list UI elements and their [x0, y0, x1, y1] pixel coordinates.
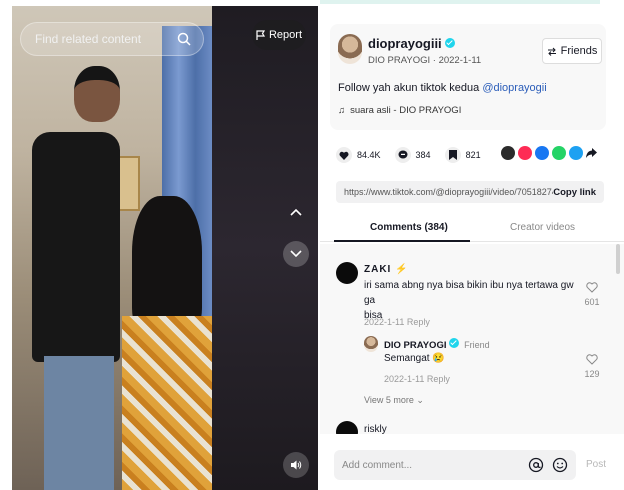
- details-panel: dioprayogiii DIO PRAYOGI · 2022-1-11 Fri…: [320, 0, 624, 490]
- heart-outline-icon: [586, 282, 598, 293]
- chevron-down-icon: [290, 250, 302, 258]
- reply-username[interactable]: DIO PRAYOGI Friend: [384, 338, 490, 351]
- twitter-share-icon[interactable]: [569, 146, 583, 160]
- comment-like-button[interactable]: 601: [582, 282, 602, 307]
- copy-link-button[interactable]: Copy link: [553, 187, 596, 198]
- video-link-box: https://www.tiktok.com/@dioprayogiii/vid…: [336, 181, 604, 203]
- comment-placeholder: Add comment...: [342, 459, 413, 471]
- heart-icon: [336, 147, 352, 163]
- comment-meta: 2022-1-11 Reply: [364, 317, 430, 327]
- video-player[interactable]: Find related content Report: [12, 6, 318, 490]
- friends-button[interactable]: Friends: [542, 38, 602, 64]
- author-separator: ·: [430, 55, 439, 66]
- heart-outline-icon: [586, 354, 598, 365]
- video-url: https://www.tiktok.com/@dioprayogiii/vid…: [344, 187, 554, 197]
- author-username-text: dioprayogiii: [368, 36, 442, 51]
- reply-date: 2022-1-11: [384, 374, 425, 384]
- comment-composer: Add comment... Post: [320, 440, 624, 490]
- find-related-search[interactable]: Find related content: [20, 22, 204, 56]
- post-button[interactable]: Post: [586, 459, 606, 470]
- mention-icon[interactable]: [528, 457, 544, 473]
- comment-bubble-icon: [394, 147, 411, 163]
- flag-icon: [256, 30, 265, 40]
- music-note-icon: ♫: [338, 105, 346, 116]
- bookmark-icon: [444, 147, 461, 163]
- author-card: dioprayogiii DIO PRAYOGI · 2022-1-11 Fri…: [330, 24, 606, 130]
- friend-tag: Friend: [464, 340, 490, 350]
- view-more-replies-button[interactable]: View 5 more ⌄: [364, 395, 424, 406]
- tab-creator-videos[interactable]: Creator videos: [510, 222, 575, 233]
- swap-arrows-icon: [547, 47, 556, 56]
- comments-scrollbar[interactable]: [616, 244, 620, 274]
- music-title: suara asli - DIO PRAYOGI: [350, 105, 462, 116]
- save-stat[interactable]: 821: [444, 147, 481, 163]
- tab-comments[interactable]: Comments (384): [370, 222, 448, 233]
- comments-list: ZAKI ⚡ iri sama abng nya bisa bikin ibu …: [320, 244, 624, 434]
- chevron-up-icon: [290, 208, 302, 216]
- comment-username[interactable]: riskly: [364, 424, 387, 434]
- search-placeholder: Find related content: [35, 32, 142, 46]
- reply-reply-button[interactable]: Reply: [427, 374, 450, 384]
- reply-avatar[interactable]: [364, 336, 378, 352]
- reply-like-count: 129: [584, 369, 600, 379]
- send-share-icon[interactable]: [518, 146, 532, 160]
- comment-count: 384: [415, 150, 431, 160]
- reply-text: Semangat 😢: [384, 353, 445, 364]
- comment-like-count: 601: [584, 297, 600, 307]
- previous-video-button[interactable]: [283, 199, 309, 225]
- reply-like-button[interactable]: 129: [582, 354, 602, 379]
- video-frame: [12, 6, 214, 490]
- friends-label: Friends: [560, 45, 598, 57]
- comment-reply-button[interactable]: Reply: [407, 317, 430, 327]
- commenter-avatar[interactable]: [336, 421, 358, 434]
- commenter-avatar[interactable]: [336, 262, 358, 284]
- post-date: 2022-1-11: [438, 55, 482, 66]
- embed-share-icon[interactable]: [501, 146, 515, 160]
- caption-text: Follow yah akun tiktok kedua: [338, 82, 483, 94]
- like-count: 84.4K: [357, 150, 381, 160]
- comment-date: 2022-1-11: [364, 317, 405, 327]
- comment-text-line-1: iri sama abng nya bisa bikin ibu nya ter…: [364, 280, 574, 306]
- emoji-icon[interactable]: [552, 457, 568, 473]
- chevron-down-icon: ⌄: [416, 395, 424, 405]
- share-buttons: [501, 146, 597, 160]
- verified-icon: [449, 338, 460, 348]
- next-video-button[interactable]: [283, 241, 309, 267]
- music-link[interactable]: ♫ suara asli - DIO PRAYOGI: [338, 105, 461, 116]
- save-count: 821: [465, 150, 481, 160]
- comment-username[interactable]: ZAKI ⚡: [364, 264, 409, 275]
- add-comment-input[interactable]: Add comment...: [334, 450, 576, 480]
- comment-stat[interactable]: 384: [394, 147, 431, 163]
- volume-button[interactable]: [283, 452, 309, 478]
- panel-tabs: Comments (384) Creator videos: [320, 216, 624, 242]
- engagement-stats: 84.4K 384 821: [336, 146, 495, 164]
- search-icon[interactable]: [177, 32, 191, 46]
- author-username[interactable]: dioprayogiii: [368, 36, 455, 51]
- facebook-share-icon[interactable]: [535, 146, 549, 160]
- report-label: Report: [268, 29, 303, 41]
- author-display-name: DIO PRAYOGI: [368, 55, 431, 66]
- reply-meta: 2022-1-11 Reply: [384, 374, 450, 384]
- video-caption: Follow yah akun tiktok kedua @dioprayogi…: [338, 82, 547, 94]
- report-button[interactable]: Report: [252, 20, 306, 50]
- lightning-emoji: ⚡: [395, 264, 409, 275]
- top-strip: [320, 0, 600, 4]
- speaker-icon: [291, 460, 302, 470]
- reply-username-text: DIO PRAYOGI: [384, 340, 447, 351]
- active-tab-indicator: [334, 240, 470, 242]
- caption-mention-link[interactable]: @dioprayogii: [482, 82, 546, 94]
- verified-icon: [444, 38, 455, 48]
- view-more-label: View 5 more: [364, 395, 414, 405]
- video-person-man: [32, 66, 122, 490]
- video-person-woman: [122, 196, 214, 490]
- like-stat[interactable]: 84.4K: [336, 147, 381, 163]
- whatsapp-share-icon[interactable]: [552, 146, 566, 160]
- share-arrow-icon[interactable]: [586, 148, 597, 158]
- comment-username-text: ZAKI: [364, 264, 392, 275]
- avatar[interactable]: [338, 34, 362, 64]
- author-subline: DIO PRAYOGI · 2022-1-11: [368, 55, 481, 66]
